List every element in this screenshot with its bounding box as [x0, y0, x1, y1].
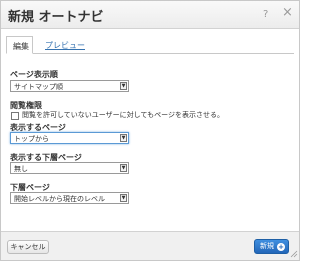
dialog-title: 新規 オートナビ: [8, 10, 104, 25]
plus-circle-icon: +: [277, 243, 285, 251]
dropdown-arrow-icon: ▼: [120, 134, 127, 142]
cancel-button[interactable]: キャンセル: [7, 240, 49, 254]
dropdown-arrow-icon: ▼: [120, 164, 127, 172]
display-pages-select[interactable]: トップから ▼: [10, 132, 129, 144]
page-order-label: ページ表示順: [10, 70, 58, 79]
page-order-select[interactable]: サイトマップ順 ▼: [10, 80, 129, 92]
help-icon[interactable]: ?: [263, 9, 268, 20]
autonav-dialog: 新規 オートナビ ? × 編集 プレビュー ページ表示順 サイトマップ順 ▼ 閲…: [0, 0, 300, 261]
dialog-header: 新規 オートナビ ? ×: [1, 1, 299, 29]
tab-bar: 編集 プレビュー: [6, 36, 294, 54]
lower-pages-select[interactable]: 開始レベルから現在のレベル ▼: [10, 192, 129, 204]
dialog-footer: キャンセル 新規 +: [1, 231, 299, 260]
tab-preview[interactable]: プレビュー: [39, 36, 91, 54]
subpages-select[interactable]: 無し ▼: [10, 162, 129, 174]
view-permission-checkbox[interactable]: [11, 112, 19, 120]
new-button[interactable]: 新規 +: [254, 239, 289, 254]
new-button-label: 新規: [260, 242, 274, 250]
subpages-value: 無し: [14, 165, 28, 173]
dropdown-arrow-icon: ▼: [120, 82, 127, 90]
close-icon[interactable]: ×: [282, 6, 293, 19]
dropdown-arrow-icon: ▼: [120, 194, 127, 202]
lower-pages-value: 開始レベルから現在のレベル: [14, 195, 105, 203]
page-order-value: サイトマップ順: [14, 83, 63, 91]
view-permission-checkbox-label: 閲覧を許可していないユーザーに対してもページを表示させる。: [22, 111, 224, 119]
display-pages-value: トップから: [14, 135, 49, 143]
tab-edit[interactable]: 編集: [6, 36, 33, 54]
resize-handle-icon[interactable]: [290, 250, 298, 258]
